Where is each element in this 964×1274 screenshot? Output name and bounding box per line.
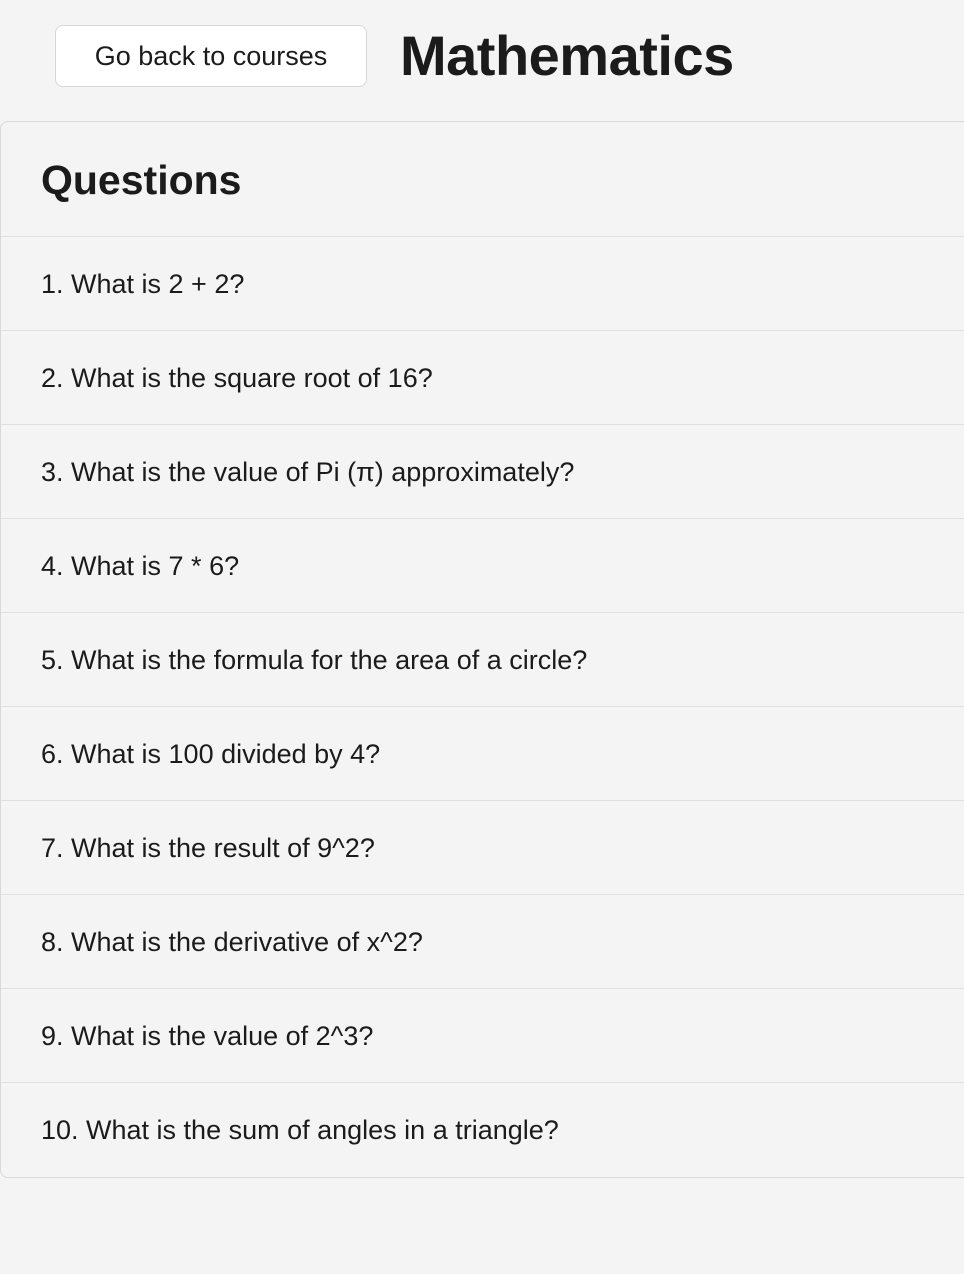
questions-card: Questions 1. What is 2 + 2? 2. What is t… — [0, 121, 964, 1178]
question-item-1[interactable]: 1. What is 2 + 2? — [1, 237, 964, 331]
question-list: 1. What is 2 + 2? 2. What is the square … — [1, 237, 964, 1177]
question-item-2[interactable]: 2. What is the square root of 16? — [1, 331, 964, 425]
questions-heading: Questions — [1, 122, 964, 237]
question-item-6[interactable]: 6. What is 100 divided by 4? — [1, 707, 964, 801]
go-back-to-courses-button[interactable]: Go back to courses — [55, 25, 367, 87]
question-item-3[interactable]: 3. What is the value of Pi (π) approxima… — [1, 425, 964, 519]
question-item-4[interactable]: 4. What is 7 * 6? — [1, 519, 964, 613]
page-title: Mathematics — [400, 24, 734, 87]
question-item-8[interactable]: 8. What is the derivative of x^2? — [1, 895, 964, 989]
question-item-10[interactable]: 10. What is the sum of angles in a trian… — [1, 1083, 964, 1177]
page-header: Go back to courses Mathematics — [0, 0, 964, 121]
question-item-5[interactable]: 5. What is the formula for the area of a… — [1, 613, 964, 707]
question-item-9[interactable]: 9. What is the value of 2^3? — [1, 989, 964, 1083]
question-item-7[interactable]: 7. What is the result of 9^2? — [1, 801, 964, 895]
